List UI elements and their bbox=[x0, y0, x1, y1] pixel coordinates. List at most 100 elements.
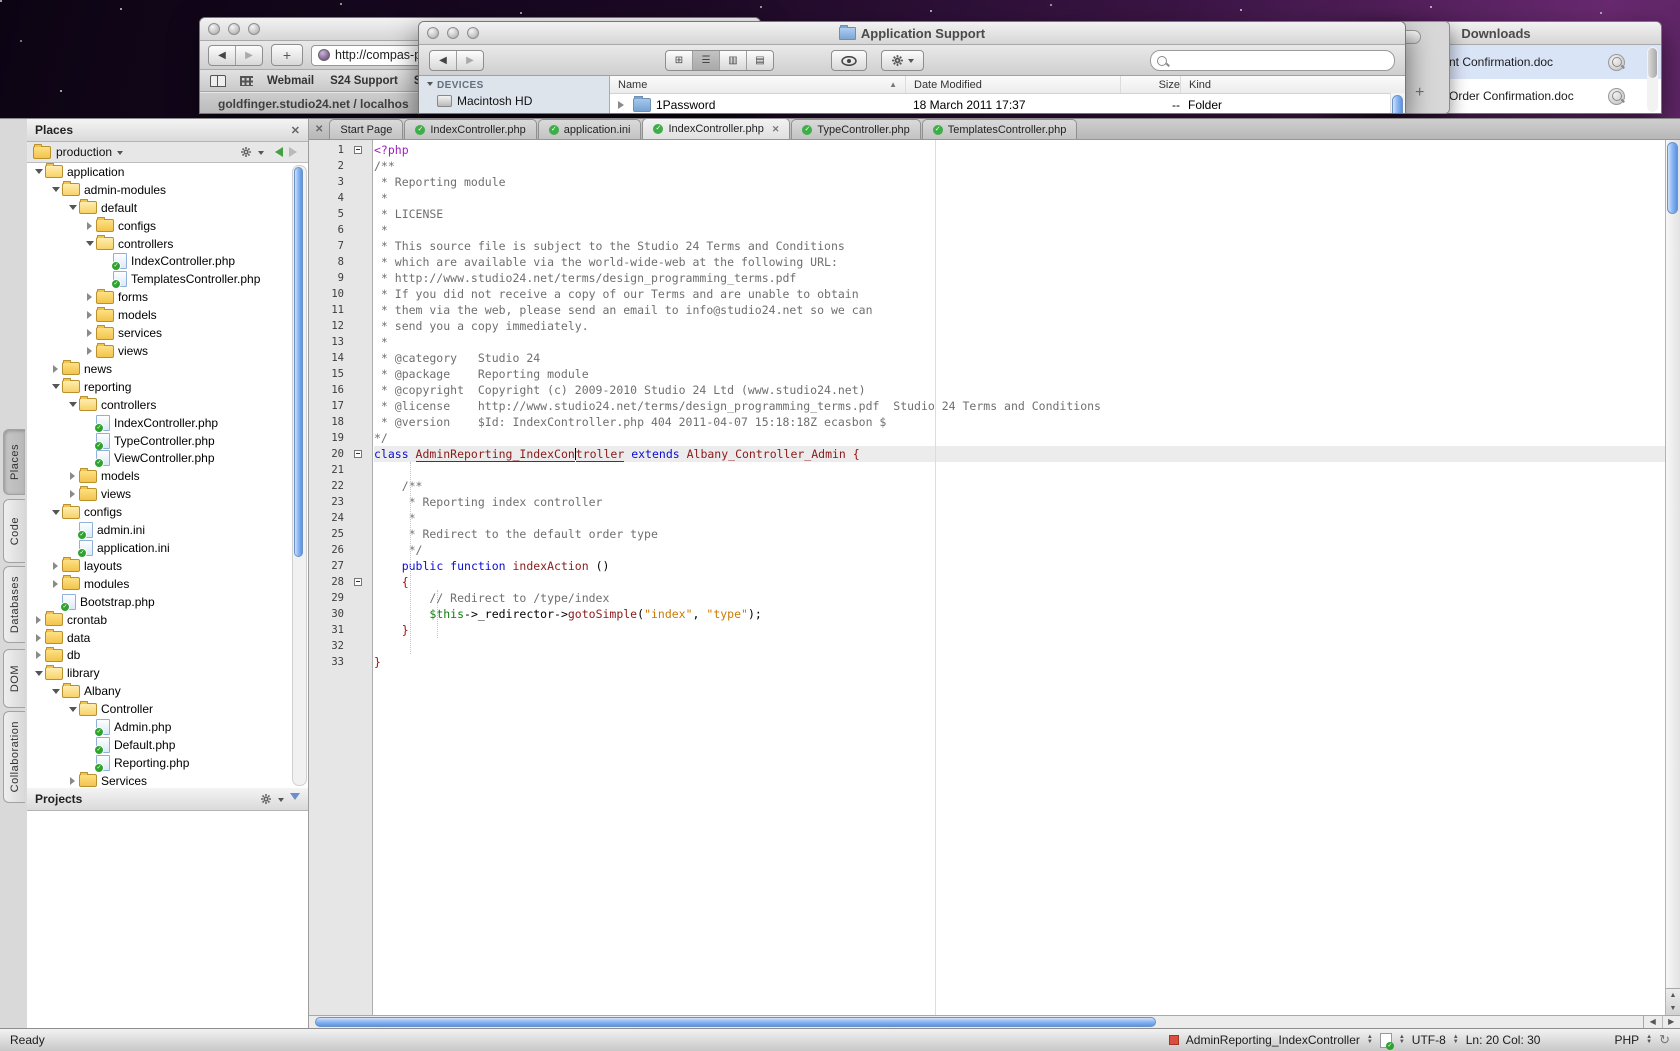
close-tab-button[interactable]: ✕ bbox=[315, 124, 323, 135]
twisty-collapsed-icon[interactable] bbox=[87, 222, 96, 230]
twisty-expanded-icon[interactable] bbox=[35, 671, 43, 680]
tree-item-views[interactable]: views bbox=[27, 485, 308, 503]
code-line[interactable]: * @category Studio 24 bbox=[374, 350, 1665, 366]
code-line[interactable]: public function indexAction () bbox=[374, 558, 1665, 574]
tree-item-views[interactable]: views bbox=[27, 342, 308, 360]
tree-item-configs[interactable]: configs bbox=[27, 217, 308, 235]
editor-tab-templatescontroller-php[interactable]: ✓TemplatesController.php bbox=[922, 119, 1078, 139]
side-tab-databases[interactable]: Databases bbox=[3, 566, 25, 643]
back-button[interactable]: ◀ bbox=[430, 51, 456, 70]
code-line[interactable]: * This source file is subject to the Stu… bbox=[374, 238, 1665, 254]
tree-item-layouts[interactable]: layouts bbox=[27, 557, 308, 575]
places-forward-icon[interactable] bbox=[289, 147, 302, 157]
code-line[interactable]: * @package Reporting module bbox=[374, 366, 1665, 382]
project-dropdown-caret-icon[interactable] bbox=[117, 151, 123, 158]
stepper-icon[interactable]: ▲▼ bbox=[1399, 1035, 1405, 1045]
editor-horizontal-scrollbar[interactable]: ◀ ▶ bbox=[309, 1015, 1680, 1029]
code-line[interactable]: * bbox=[374, 510, 1665, 526]
tree-item-default-php[interactable]: Default.php bbox=[27, 736, 308, 754]
tree-scrollbar[interactable] bbox=[292, 165, 307, 786]
minimize-window-button[interactable] bbox=[228, 23, 240, 35]
sidebar-item-macintosh-hd[interactable]: Macintosh HD bbox=[419, 91, 609, 108]
code-line[interactable]: * bbox=[374, 190, 1665, 206]
tree-item-modules[interactable]: modules bbox=[27, 575, 308, 593]
sync-icon[interactable]: ↻ bbox=[1659, 1032, 1670, 1048]
tree-item-services[interactable]: services bbox=[27, 324, 308, 342]
finder-titlebar[interactable]: Application Support bbox=[419, 22, 1405, 45]
twisty-collapsed-icon[interactable] bbox=[53, 365, 62, 373]
list-view-icon[interactable]: ☰ bbox=[692, 51, 719, 70]
tree-item-controllers[interactable]: controllers bbox=[27, 235, 308, 253]
twisty-collapsed-icon[interactable] bbox=[87, 311, 96, 319]
column-header-date-modified[interactable]: Date Modified bbox=[905, 76, 1120, 93]
scroll-down-icon[interactable]: ▼ bbox=[1666, 1002, 1680, 1015]
tree-item-bootstrap-php[interactable]: Bootstrap.php bbox=[27, 593, 308, 611]
code-line[interactable]: * http://www.studio24.net/terms/design_p… bbox=[374, 270, 1665, 286]
twisty-collapsed-icon[interactable] bbox=[70, 490, 79, 498]
top-sites-grid-icon[interactable] bbox=[240, 76, 253, 86]
close-window-button[interactable] bbox=[208, 23, 220, 35]
code-line[interactable]: */ bbox=[374, 542, 1665, 558]
twisty-expanded-icon[interactable] bbox=[69, 707, 77, 716]
bookmark-item[interactable]: S24 Support bbox=[330, 75, 398, 87]
tree-item-data[interactable]: data bbox=[27, 629, 308, 647]
column-view-icon[interactable]: ▥ bbox=[719, 51, 746, 70]
code-line[interactable]: <?php bbox=[374, 142, 1665, 158]
bookmarks-book-icon[interactable] bbox=[210, 75, 226, 87]
disclosure-triangle-icon[interactable] bbox=[618, 101, 628, 109]
twisty-expanded-icon[interactable] bbox=[52, 187, 60, 196]
editor-tab-indexcontroller-php[interactable]: ✓IndexController.php✕ bbox=[642, 118, 790, 139]
finder-scrollbar[interactable] bbox=[1390, 93, 1405, 114]
stepper-icon[interactable]: ▲▼ bbox=[1453, 1035, 1459, 1045]
tree-item-forms[interactable]: forms bbox=[27, 288, 308, 306]
editor-tab-start-page[interactable]: Start Page bbox=[329, 119, 403, 139]
tree-item-configs[interactable]: configs bbox=[27, 503, 308, 521]
gear-dropdown-caret-icon[interactable] bbox=[278, 798, 284, 805]
code-line[interactable]: $this->_redirector->gotoSimple("index", … bbox=[374, 606, 1665, 622]
twisty-expanded-icon[interactable] bbox=[52, 384, 60, 393]
editor-tab-indexcontroller-php[interactable]: ✓IndexController.php bbox=[404, 119, 536, 139]
gear-icon[interactable] bbox=[260, 793, 272, 805]
tree-item-indexcontroller-php[interactable]: IndexController.php bbox=[27, 414, 308, 432]
code-line[interactable]: * @version $Id: IndexController.php 404 … bbox=[374, 414, 1665, 430]
reveal-in-finder-button[interactable] bbox=[1608, 88, 1625, 105]
zoom-window-button[interactable] bbox=[248, 23, 260, 35]
scroll-up-icon[interactable]: ▲ bbox=[1666, 989, 1680, 1002]
editor-vertical-scrollbar[interactable]: ▲ ▼ bbox=[1665, 140, 1680, 1015]
finder-search-input[interactable] bbox=[1150, 50, 1395, 71]
project-name[interactable]: production bbox=[56, 145, 112, 159]
code-line[interactable]: * If you did not receive a copy of our T… bbox=[374, 286, 1665, 302]
code-line[interactable]: /** bbox=[374, 158, 1665, 174]
tree-item-templatescontroller-php[interactable]: TemplatesController.php bbox=[27, 270, 308, 288]
tree-item-admin-ini[interactable]: admin.ini bbox=[27, 521, 308, 539]
column-header-size[interactable]: Size bbox=[1120, 76, 1180, 93]
code-editor[interactable]: 1234567891011121314151617181920212223242… bbox=[309, 140, 1680, 1015]
tree-item-models[interactable]: models bbox=[27, 467, 308, 485]
column-header-name[interactable]: Name▲ bbox=[610, 76, 905, 93]
code-line[interactable]: * Redirect to the default order type bbox=[374, 526, 1665, 542]
icon-view-icon[interactable]: ⊞ bbox=[666, 51, 692, 70]
tree-item-news[interactable]: news bbox=[27, 360, 308, 378]
devices-section-header[interactable]: DEVICES bbox=[419, 80, 609, 91]
tree-item-controllers[interactable]: controllers bbox=[27, 396, 308, 414]
side-tab-dom[interactable]: DOM bbox=[3, 649, 25, 708]
code-line[interactable]: * them via the web, please send an email… bbox=[374, 302, 1665, 318]
tree-item-albany[interactable]: Albany bbox=[27, 682, 308, 700]
column-header-kind[interactable]: Kind bbox=[1180, 76, 1320, 93]
code-line[interactable]: * send you a copy immediately. bbox=[374, 318, 1665, 334]
code-line[interactable]: } bbox=[374, 654, 1665, 670]
places-back-icon[interactable] bbox=[270, 147, 283, 157]
side-tab-places[interactable]: Places bbox=[3, 429, 25, 495]
code-line[interactable]: } bbox=[374, 622, 1665, 638]
stepper-icon[interactable]: ▲▼ bbox=[1646, 1035, 1652, 1045]
twisty-collapsed-icon[interactable] bbox=[87, 329, 96, 337]
code-line[interactable]: * Reporting index controller bbox=[374, 494, 1665, 510]
code-line[interactable]: * bbox=[374, 334, 1665, 350]
gear-dropdown-caret-icon[interactable] bbox=[258, 151, 264, 158]
close-tab-icon[interactable]: ✕ bbox=[772, 124, 780, 135]
tree-item-reporting[interactable]: reporting bbox=[27, 378, 308, 396]
code-line[interactable]: * @copyright Copyright (c) 2009-2010 Stu… bbox=[374, 382, 1665, 398]
back-button[interactable]: ◀ bbox=[209, 46, 235, 65]
tree-item-db[interactable]: db bbox=[27, 646, 308, 664]
editor-tab-application-ini[interactable]: ✓application.ini bbox=[538, 119, 642, 139]
